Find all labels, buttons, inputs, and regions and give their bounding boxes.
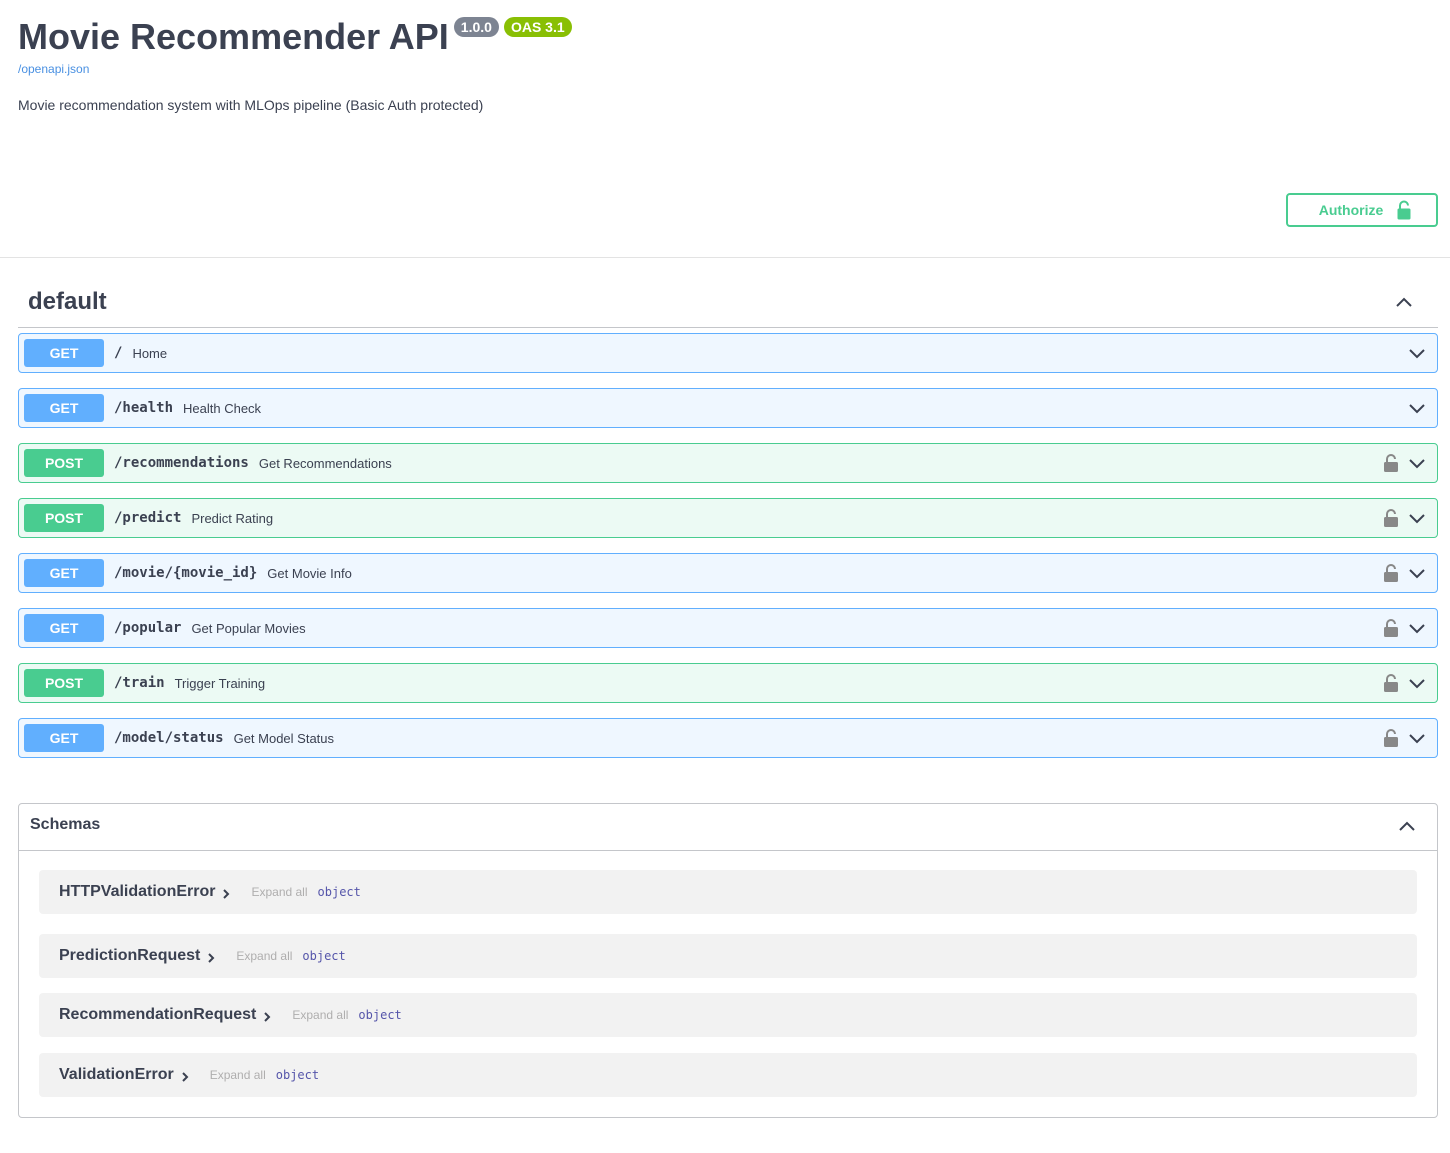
operation-summary: Get Model Status xyxy=(233,730,335,746)
chevron-right-icon[interactable] xyxy=(206,952,216,963)
schema-name[interactable]: ValidationError xyxy=(59,1066,174,1084)
authorize-button[interactable]: Authorize xyxy=(1286,193,1438,227)
operation-summary: Home xyxy=(132,345,168,361)
operation-get-5[interactable]: GET/popular Get Popular Movies xyxy=(18,608,1438,648)
padlock-icon[interactable] xyxy=(1383,673,1399,693)
chevron-right-icon[interactable] xyxy=(221,888,231,899)
operation-get-0[interactable]: GET / Home xyxy=(18,333,1438,373)
title-row: Movie Recommender API 1.0.0 OAS 3.1 xyxy=(18,14,572,60)
expand-all-button[interactable]: Expand all xyxy=(236,949,292,963)
method-badge: GET xyxy=(24,724,104,752)
chevron-down-icon[interactable] xyxy=(1407,563,1427,583)
operation-summary: Get Movie Info xyxy=(267,565,352,581)
padlock-icon[interactable] xyxy=(1383,728,1399,748)
chevron-down-icon[interactable] xyxy=(1407,398,1427,418)
method-badge: GET xyxy=(24,394,104,422)
method-badge: GET xyxy=(24,559,104,587)
tag-name: default xyxy=(28,288,107,315)
method-badge: GET xyxy=(24,339,104,367)
operation-summary: Trigger Training xyxy=(174,675,266,691)
schemas-header[interactable]: Schemas xyxy=(19,804,1437,851)
operation-summary: Get Popular Movies xyxy=(191,620,306,636)
chevron-down-icon[interactable] xyxy=(1407,508,1427,528)
operation-controls xyxy=(1383,673,1427,693)
schema-name[interactable]: HTTPValidationError xyxy=(59,883,215,901)
tag-section-header[interactable]: default xyxy=(18,282,1438,328)
method-badge: GET xyxy=(24,614,104,642)
operation-summary: Get Recommendations xyxy=(258,455,392,471)
operation-get-1[interactable]: GET/health Health Check xyxy=(18,388,1438,428)
operation-post-3[interactable]: POST/predict Predict Rating xyxy=(18,498,1438,538)
chevron-down-icon[interactable] xyxy=(1407,343,1427,363)
operation-summary: Health Check xyxy=(183,400,262,416)
operation-post-2[interactable]: POST/recommendations Get Recommendations xyxy=(18,443,1438,483)
api-description: Movie recommendation system with MLOps p… xyxy=(18,97,484,113)
schema-item[interactable]: PredictionRequest Expand all object xyxy=(39,934,1417,978)
operation-controls xyxy=(1383,728,1427,748)
schemas-title: Schemas xyxy=(30,816,101,833)
expand-all-button[interactable]: Expand all xyxy=(292,1008,348,1022)
openapi-spec-link[interactable]: /openapi.json xyxy=(18,62,89,76)
operation-path: /predict xyxy=(114,510,182,526)
operation-path: /movie/{movie_id} xyxy=(114,565,258,581)
api-info: Movie Recommender API 1.0.0 OAS 3.1 /ope… xyxy=(18,0,1438,257)
operation-get-7[interactable]: GET/model/status Get Model Status xyxy=(18,718,1438,758)
method-badge: POST xyxy=(24,504,104,532)
padlock-icon[interactable] xyxy=(1383,563,1399,583)
operation-path: /train xyxy=(114,675,165,691)
operation-controls xyxy=(1383,618,1427,638)
unlocked-padlock-icon xyxy=(1397,200,1411,220)
schemas-section: Schemas HTTPValidationError Expand all obj… xyxy=(18,803,1438,1118)
operation-controls xyxy=(1383,508,1427,528)
padlock-icon[interactable] xyxy=(1383,453,1399,473)
chevron-up-icon[interactable] xyxy=(1394,292,1414,312)
schema-type: object xyxy=(358,1008,402,1022)
operation-path: / xyxy=(114,345,123,361)
schema-item[interactable]: RecommendationRequest Expand all object xyxy=(39,993,1417,1037)
expand-all-button[interactable]: Expand all xyxy=(251,885,307,899)
chevron-down-icon[interactable] xyxy=(1407,673,1427,693)
operation-path: /model/status xyxy=(114,730,224,746)
operation-path: /popular xyxy=(114,620,182,636)
padlock-icon[interactable] xyxy=(1383,508,1399,528)
operation-summary: Predict Rating xyxy=(191,510,274,526)
api-title: Movie Recommender API xyxy=(18,16,449,57)
operation-path: /recommendations xyxy=(114,455,249,471)
schema-item[interactable]: HTTPValidationError Expand all object xyxy=(39,870,1417,914)
chevron-right-icon[interactable] xyxy=(180,1071,190,1082)
schema-name[interactable]: RecommendationRequest xyxy=(59,1006,256,1024)
operation-controls xyxy=(1407,343,1427,363)
operation-post-6[interactable]: POST/train Trigger Training xyxy=(18,663,1438,703)
padlock-icon[interactable] xyxy=(1383,618,1399,638)
chevron-up-icon[interactable] xyxy=(1397,816,1417,836)
operation-controls xyxy=(1407,398,1427,418)
header-divider xyxy=(0,257,1450,258)
expand-all-button[interactable]: Expand all xyxy=(210,1068,266,1082)
schema-type: object xyxy=(275,1068,320,1082)
version-badge: 1.0.0 xyxy=(453,17,499,37)
authorize-label: Authorize xyxy=(1318,202,1384,218)
operation-path: /health xyxy=(114,400,174,416)
schema-item[interactable]: ValidationError Expand all object xyxy=(39,1053,1417,1097)
method-badge: POST xyxy=(24,449,104,477)
operation-controls xyxy=(1383,453,1427,473)
chevron-down-icon[interactable] xyxy=(1407,453,1427,473)
operation-controls xyxy=(1383,563,1427,583)
chevron-right-icon[interactable] xyxy=(262,1011,272,1022)
schema-name[interactable]: PredictionRequest xyxy=(59,947,200,965)
operation-get-4[interactable]: GET/movie/{movie_id} Get Movie Info xyxy=(18,553,1438,593)
chevron-down-icon[interactable] xyxy=(1407,618,1427,638)
schema-type: object xyxy=(317,885,361,899)
chevron-down-icon[interactable] xyxy=(1407,728,1427,748)
schema-type: object xyxy=(302,949,346,963)
oas-version-badge: OAS 3.1 xyxy=(503,17,572,37)
method-badge: POST xyxy=(24,669,104,697)
